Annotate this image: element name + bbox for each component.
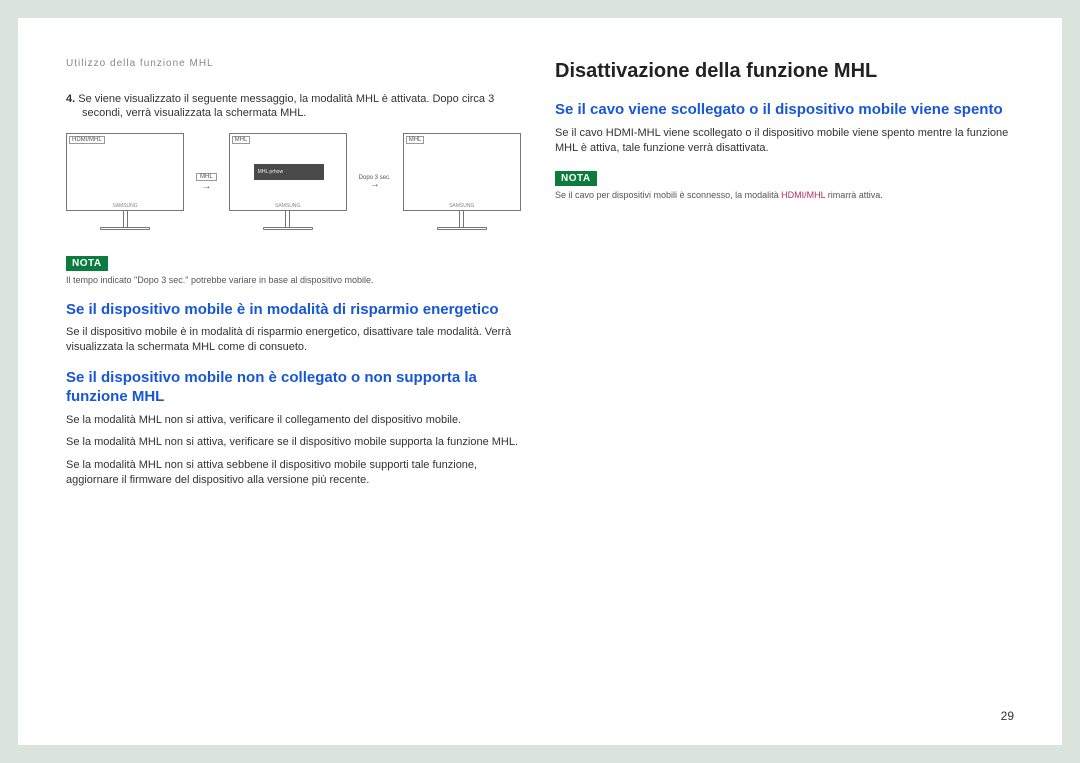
paragraph-unsupported-2: Se la modalità MHL non si attiva, verifi…: [66, 435, 525, 450]
nota-2-post: rimarrà attiva.: [825, 190, 883, 200]
paragraph-cable: Se il cavo HDMI-MHL viene scollegato o i…: [555, 126, 1014, 156]
arrow-right-icon: →: [370, 181, 380, 189]
page-number: 29: [1001, 709, 1014, 723]
monitor-3: MHL SAMSUNG: [403, 133, 521, 230]
right-column: Disattivazione della funzione MHL Se il …: [555, 58, 1014, 715]
nota-2-highlight: HDMI/MHL: [781, 190, 825, 200]
step-4-line-2: secondi, verrà visualizzata la schermata…: [66, 107, 525, 119]
monitor-1-brand: SAMSUNG: [112, 203, 137, 209]
breadcrumb: Utilizzo della funzione MHL: [66, 58, 525, 69]
monitor-2-tag: MHL: [232, 136, 251, 144]
monitor-3-tag: MHL: [406, 136, 425, 144]
diagram-arrow-2: Dopo 3 sec. →: [359, 175, 391, 189]
nota-2-text: Se il cavo per dispositivi mobili è scon…: [555, 190, 1014, 202]
monitor-1: HDMI/MHL SAMSUNG: [66, 133, 184, 230]
monitor-2-message: MHL prhow: [254, 164, 324, 180]
nota-badge-2: NOTA: [555, 171, 597, 186]
paragraph-unsupported-3: Se la modalità MHL non si attiva sebbene…: [66, 458, 525, 488]
page: Utilizzo della funzione MHL 4. Se viene …: [18, 18, 1062, 745]
mhl-diagram: HDMI/MHL SAMSUNG MHL → MHL MHL prhow SAM…: [66, 133, 525, 230]
nota-badge-1: NOTA: [66, 256, 108, 271]
step-number: 4.: [66, 93, 75, 105]
heading-deactivation: Disattivazione della funzione MHL: [555, 60, 1014, 83]
paragraph-unsupported-1: Se la modalità MHL non si attiva, verifi…: [66, 413, 525, 428]
monitor-1-tag: HDMI/MHL: [69, 136, 105, 144]
step-4-text-a: Se viene visualizzato il seguente messag…: [78, 93, 494, 105]
heading-cable-disconnect: Se il cavo viene scollegato o il disposi…: [555, 101, 1014, 120]
heading-power-saving: Se il dispositivo mobile è in modalità d…: [66, 301, 525, 320]
monitor-3-brand: SAMSUNG: [449, 203, 474, 209]
nota-2-pre: Se il cavo per dispositivi mobili è scon…: [555, 190, 781, 200]
left-column: Utilizzo della funzione MHL 4. Se viene …: [66, 58, 525, 715]
diagram-arrow-1: MHL →: [196, 173, 217, 191]
monitor-2: MHL MHL prhow SAMSUNG: [229, 133, 347, 230]
arrow-right-icon: →: [201, 183, 211, 191]
step-4-line-1: 4. Se viene visualizzato il seguente mes…: [66, 93, 525, 105]
monitor-2-brand: SAMSUNG: [275, 203, 300, 209]
nota-1-text: Il tempo indicato "Dopo 3 sec." potrebbe…: [66, 275, 525, 287]
arrow-1-label: MHL: [196, 173, 217, 181]
heading-unsupported: Se il dispositivo mobile non è collegato…: [66, 369, 525, 407]
paragraph-power-saving: Se il dispositivo mobile è in modalità d…: [66, 325, 525, 355]
